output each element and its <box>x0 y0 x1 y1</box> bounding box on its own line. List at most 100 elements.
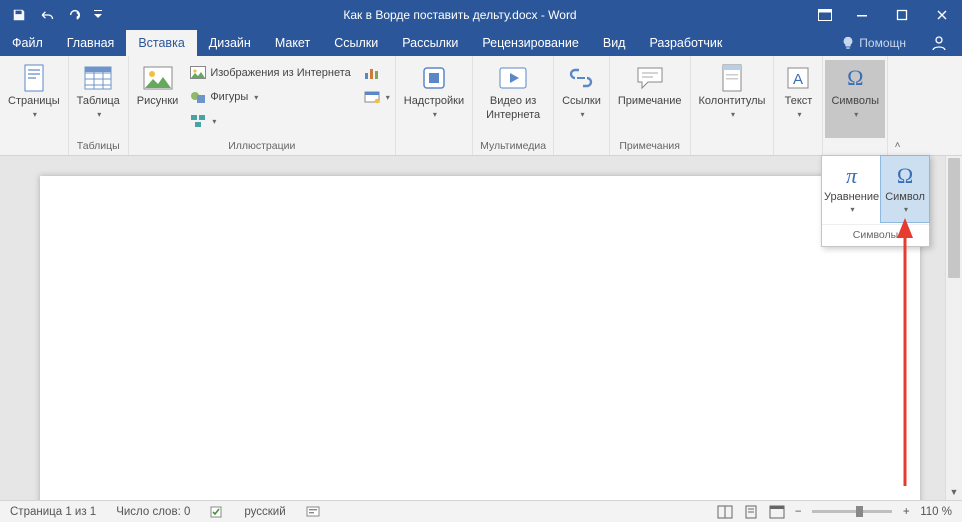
addins-button[interactable]: Надстройки ▾ <box>398 60 470 138</box>
smartart-icon <box>190 113 206 129</box>
links-button[interactable]: Ссылки ▾ <box>556 60 607 138</box>
text-button[interactable]: A Текст ▾ <box>776 60 820 138</box>
header-footer-label: Колонтитулы <box>699 95 766 109</box>
group-header-footer-label <box>691 140 774 155</box>
chevron-down-icon: ▾ <box>797 110 801 120</box>
group-text-label <box>774 140 822 155</box>
status-language[interactable]: русский <box>234 501 295 522</box>
ribbon-display-options-button[interactable] <box>808 0 842 30</box>
ribbon-tabs: Файл Главная Вставка Дизайн Макет Ссылки… <box>0 30 962 56</box>
zoom-in-button[interactable]: + <box>898 506 914 518</box>
header-footer-button[interactable]: Колонтитулы ▾ <box>693 60 772 138</box>
tell-me-search[interactable]: Помощн <box>831 30 916 56</box>
header-footer-icon <box>716 62 748 94</box>
zoom-level[interactable]: 110 % <box>914 501 962 522</box>
online-pictures-label: Изображения из Интернета <box>210 67 350 79</box>
group-pages-label <box>0 140 68 155</box>
online-video-button[interactable]: Видео из Интернета <box>475 60 551 138</box>
document-page[interactable] <box>40 176 920 500</box>
screenshot-icon <box>364 89 380 105</box>
symbol-button[interactable]: Ω Символ ▾ <box>880 155 930 223</box>
symbols-button[interactable]: Ω Символы ▾ <box>825 60 885 138</box>
pictures-label: Рисунки <box>137 95 179 109</box>
minimize-button[interactable] <box>842 0 882 30</box>
pages-button[interactable]: Страницы ▾ <box>2 60 66 138</box>
shapes-button[interactable]: Фигуры ▾ <box>184 86 356 108</box>
group-pages: Страницы ▾ <box>0 56 69 155</box>
table-button[interactable]: Таблица ▾ <box>71 60 126 138</box>
symbol-label: Символ <box>885 191 925 204</box>
chevron-down-icon: ▾ <box>731 110 735 120</box>
tab-view[interactable]: Вид <box>591 30 638 56</box>
pictures-button[interactable]: Рисунки <box>131 60 185 138</box>
spellcheck-icon <box>210 505 224 519</box>
chart-button[interactable] <box>361 62 393 84</box>
online-pictures-button[interactable]: Изображения из Интернета <box>184 62 356 84</box>
document-viewport[interactable] <box>0 156 962 500</box>
chevron-down-icon: ▾ <box>851 205 855 215</box>
symbols-panel-group-label: Символы <box>822 224 929 246</box>
ribbon: Страницы ▾ Таблица ▾ Таблицы Рис <box>0 56 962 156</box>
save-button[interactable] <box>6 0 32 30</box>
group-comments-label: Примечания <box>610 140 690 155</box>
tab-file[interactable]: Файл <box>0 30 55 56</box>
window-title: Как в Ворде поставить дельту.docx - Word <box>112 8 808 22</box>
status-spellcheck[interactable] <box>200 501 234 522</box>
zoom-slider[interactable] <box>812 510 892 513</box>
group-illustrations: Рисунки Изображения из Интернета Фигуры … <box>129 56 396 155</box>
smartart-button[interactable]: ▾ <box>184 110 356 132</box>
chevron-down-icon: ▾ <box>254 93 258 102</box>
qat-customize-button[interactable] <box>90 0 106 30</box>
tab-design[interactable]: Дизайн <box>197 30 263 56</box>
scroll-down-button[interactable]: ▼ <box>946 484 962 500</box>
group-symbols: Ω Символы ▾ <box>823 56 887 155</box>
text-label: Текст <box>785 95 813 109</box>
redo-button[interactable] <box>62 0 88 30</box>
lightbulb-icon <box>841 36 855 50</box>
page-icon <box>18 62 50 94</box>
group-addins: Надстройки ▾ <box>396 56 473 155</box>
textbox-icon: A <box>782 62 814 94</box>
equation-label: Уравнение <box>824 191 879 204</box>
view-print-layout[interactable] <box>738 501 764 522</box>
tab-insert[interactable]: Вставка <box>126 30 196 56</box>
screenshot-button[interactable]: ▾ <box>361 86 393 108</box>
tab-layout[interactable]: Макет <box>263 30 322 56</box>
chevron-up-icon: ˄ <box>895 140 901 151</box>
scroll-thumb[interactable] <box>948 158 960 278</box>
tab-developer[interactable]: Разработчик <box>637 30 734 56</box>
group-comments: Примечание Примечания <box>610 56 691 155</box>
equation-button[interactable]: π Уравнение ▾ <box>822 156 881 224</box>
table-label: Таблица <box>77 95 120 109</box>
links-label: Ссылки <box>562 95 601 109</box>
maximize-button[interactable] <box>882 0 922 30</box>
undo-button[interactable] <box>34 0 60 30</box>
picture-icon <box>142 62 174 94</box>
tab-home[interactable]: Главная <box>55 30 127 56</box>
account-button[interactable] <box>916 30 962 56</box>
status-words[interactable]: Число слов: 0 <box>106 501 200 522</box>
comment-button[interactable]: Примечание <box>612 60 688 138</box>
symbols-label: Символы <box>831 95 879 109</box>
collapse-ribbon-button[interactable]: ˄ <box>887 56 907 155</box>
comment-icon <box>634 62 666 94</box>
table-icon <box>82 62 114 94</box>
vertical-scrollbar[interactable]: ▲ ▼ <box>945 156 962 500</box>
quick-access-toolbar <box>0 0 112 30</box>
view-web-layout[interactable] <box>764 501 790 522</box>
zoom-slider-thumb[interactable] <box>856 506 863 517</box>
omega-icon: Ω <box>839 62 871 94</box>
chevron-down-icon: ▾ <box>33 110 37 120</box>
close-button[interactable] <box>922 0 962 30</box>
status-page[interactable]: Страница 1 из 1 <box>0 501 106 522</box>
tab-mailings[interactable]: Рассылки <box>390 30 470 56</box>
chevron-down-icon: ▾ <box>580 110 584 120</box>
status-macro[interactable] <box>296 501 330 522</box>
tab-review[interactable]: Рецензирование <box>470 30 591 56</box>
view-read-mode[interactable] <box>712 501 738 522</box>
zoom-out-button[interactable]: − <box>790 506 806 518</box>
tab-references[interactable]: Ссылки <box>322 30 390 56</box>
title-bar: Как в Ворде поставить дельту.docx - Word <box>0 0 962 30</box>
group-links: Ссылки ▾ <box>554 56 610 155</box>
tell-me-label: Помощн <box>859 36 906 50</box>
